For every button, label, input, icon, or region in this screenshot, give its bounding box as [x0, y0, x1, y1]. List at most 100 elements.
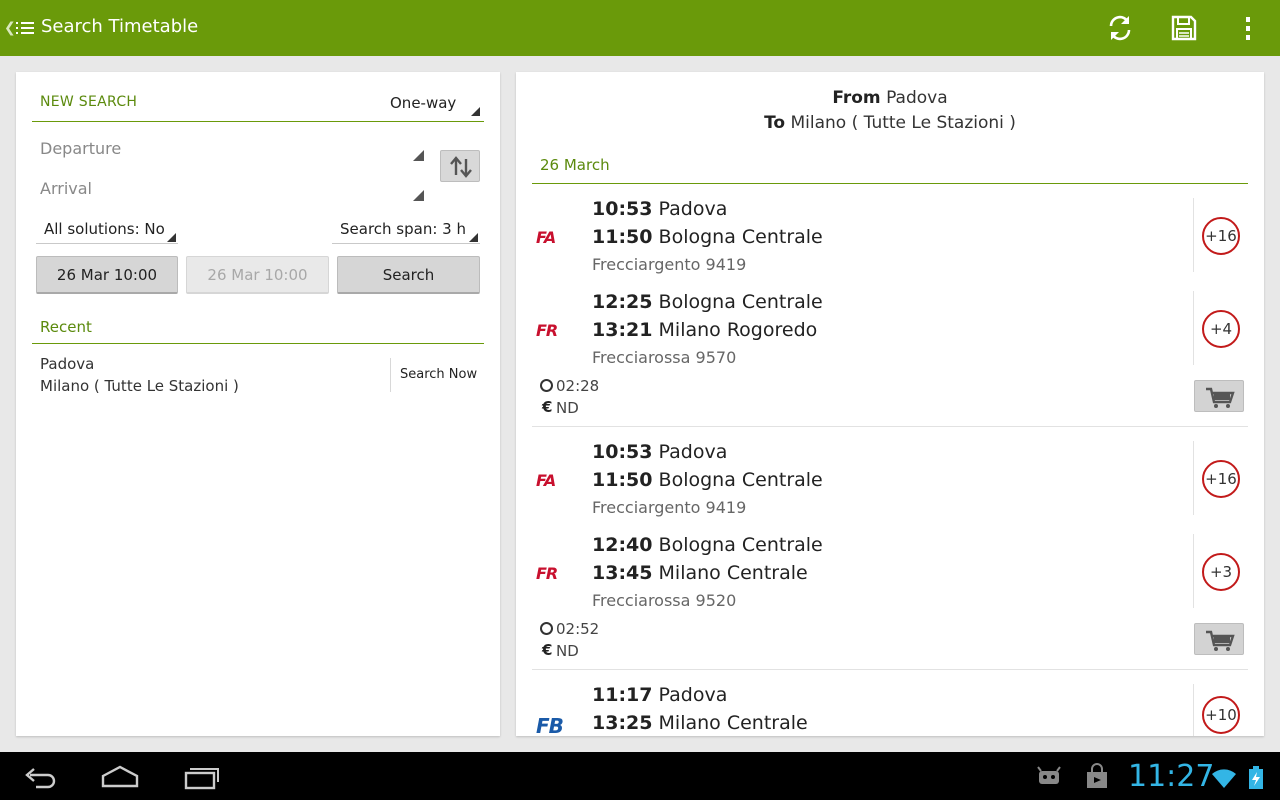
leg-departure: 12:25 Bologna Centrale	[592, 291, 823, 313]
buy-ticket-button[interactable]	[1194, 380, 1244, 412]
stops-badge[interactable]: +16	[1202, 460, 1240, 498]
android-debug-icon	[1034, 762, 1064, 792]
route-to: To Milano ( Tutte Le Stazioni )	[516, 113, 1264, 133]
spinner-underline	[36, 243, 178, 244]
euro-icon: €	[542, 641, 553, 659]
leg-divider	[1193, 198, 1194, 272]
duration-value: 02:52	[556, 620, 600, 638]
arrival-station: Milano Rogoredo	[658, 319, 818, 341]
train-leg[interactable]: FB 11:17 Padova 13:25 Milano Centrale +1…	[532, 678, 1248, 736]
train-leg[interactable]: FR 12:25 Bologna Centrale 13:21 Milano R…	[532, 285, 1248, 377]
up-chevron-icon[interactable]: ❮	[4, 20, 16, 36]
shopping-bag-icon	[1082, 762, 1112, 792]
train-name: Frecciargento 9419	[592, 498, 747, 517]
duration-value: 02:28	[556, 377, 600, 395]
departure-time: 12:40	[592, 534, 653, 556]
recent-from-station[interactable]: Padova	[40, 355, 94, 373]
arrival-station: Milano Centrale	[658, 562, 808, 584]
departure-datetime-button[interactable]: 26 Mar 10:00	[36, 256, 178, 294]
departure-placeholder: Departure	[40, 139, 122, 158]
departure-station: Padova	[658, 198, 728, 220]
frecciarossa-logo-icon: FR	[536, 564, 558, 583]
leg-departure: 10:53 Padova	[592, 198, 727, 220]
train-name: Frecciarossa 9570	[592, 348, 737, 367]
trip-type-spinner[interactable]: One-way	[378, 86, 484, 118]
train-leg[interactable]: FA 10:53 Padova 11:50 Bologna Centrale F…	[532, 435, 1248, 527]
arrival-time: 13:45	[592, 562, 653, 584]
spinner-arrow-icon	[469, 233, 478, 242]
app-title[interactable]: Search Timetable	[41, 16, 198, 37]
departure-time: 10:53	[592, 441, 653, 463]
arrival-time: 13:25	[592, 712, 653, 734]
arrival-station: Bologna Centrale	[658, 226, 823, 248]
departure-time: 10:53	[592, 198, 653, 220]
frecciabianca-logo-icon: FB	[536, 714, 564, 736]
leg-divider	[1193, 441, 1194, 515]
spinner-arrow-icon	[413, 150, 424, 161]
clock-icon	[540, 379, 553, 392]
home-icon[interactable]	[100, 762, 140, 792]
leg-divider	[1193, 534, 1194, 608]
route-from: From Padova	[516, 88, 1264, 108]
train-leg[interactable]: FR 12:40 Bologna Centrale 13:45 Milano C…	[532, 528, 1248, 620]
leg-divider	[1193, 291, 1194, 365]
arrival-field[interactable]: Arrival	[32, 172, 426, 208]
leg-departure: 11:17 Padova	[592, 684, 727, 706]
leg-departure: 12:40 Bologna Centrale	[592, 534, 823, 556]
drawer-list-icon[interactable]	[16, 20, 34, 36]
recent-header: Recent	[40, 318, 92, 336]
swap-stations-button[interactable]	[440, 150, 480, 182]
refresh-icon[interactable]	[1104, 12, 1136, 44]
leg-arrival: 13:21 Milano Rogoredo	[592, 319, 817, 341]
arrival-time: 11:50	[592, 469, 653, 491]
leg-arrival: 13:45 Milano Centrale	[592, 562, 808, 584]
stops-badge[interactable]: +16	[1202, 217, 1240, 255]
departure-time: 11:17	[592, 684, 653, 706]
departure-station: Bologna Centrale	[658, 291, 823, 313]
clock-icon	[540, 622, 553, 635]
departure-station: Padova	[658, 441, 728, 463]
departure-station: Bologna Centrale	[658, 534, 823, 556]
swap-arrows-icon	[450, 156, 472, 178]
leg-arrival: 11:50 Bologna Centrale	[592, 469, 823, 491]
search-span-value: Search span: 3 h	[340, 220, 466, 238]
cart-icon	[1206, 630, 1235, 651]
new-search-label: NEW SEARCH	[40, 94, 138, 110]
back-icon[interactable]	[20, 762, 60, 792]
search-button[interactable]: Search	[337, 256, 480, 294]
battery-icon	[1244, 762, 1268, 792]
arrival-time: 13:21	[592, 319, 653, 341]
recent-item-divider	[390, 358, 391, 392]
date-divider	[532, 183, 1248, 184]
price-value: ND	[556, 642, 579, 660]
return-datetime-button[interactable]: 26 Mar 10:00	[186, 256, 329, 294]
search-span-spinner[interactable]: Search span: 3 h	[332, 214, 480, 244]
new-search-header: NEW SEARCH One-way	[32, 72, 484, 122]
euro-icon: €	[542, 398, 553, 416]
departure-field[interactable]: Departure	[32, 132, 426, 168]
status-clock: 11:27	[1128, 759, 1215, 794]
save-icon[interactable]	[1168, 12, 1200, 44]
system-nav-bar: 11:27	[0, 752, 1280, 800]
from-label: From	[832, 88, 881, 108]
results-panel: From Padova To Milano ( Tutte Le Stazion…	[516, 72, 1264, 736]
all-solutions-value: All solutions: No	[44, 220, 165, 238]
recent-apps-icon[interactable]	[182, 762, 222, 792]
train-leg[interactable]: FA 10:53 Padova 11:50 Bologna Centrale F…	[532, 192, 1248, 284]
overflow-menu-icon[interactable]	[1232, 12, 1264, 44]
leg-divider	[1193, 684, 1194, 736]
stops-badge[interactable]: +3	[1202, 553, 1240, 591]
buy-ticket-button[interactable]	[1194, 623, 1244, 655]
stops-badge[interactable]: +10	[1202, 696, 1240, 734]
departure-station: Padova	[658, 684, 728, 706]
all-solutions-spinner[interactable]: All solutions: No	[36, 214, 178, 244]
stops-badge[interactable]: +4	[1202, 310, 1240, 348]
train-name: Frecciargento 9419	[592, 255, 747, 274]
recent-to-station[interactable]: Milano ( Tutte Le Stazioni )	[40, 377, 239, 395]
spinner-underline	[332, 243, 480, 244]
leg-departure: 10:53 Padova	[592, 441, 727, 463]
trip-type-value: One-way	[390, 94, 457, 112]
arrival-station: Milano Centrale	[658, 712, 808, 734]
frecciarossa-logo-icon: FR	[536, 321, 558, 340]
search-now-button[interactable]: Search Now	[400, 367, 477, 382]
